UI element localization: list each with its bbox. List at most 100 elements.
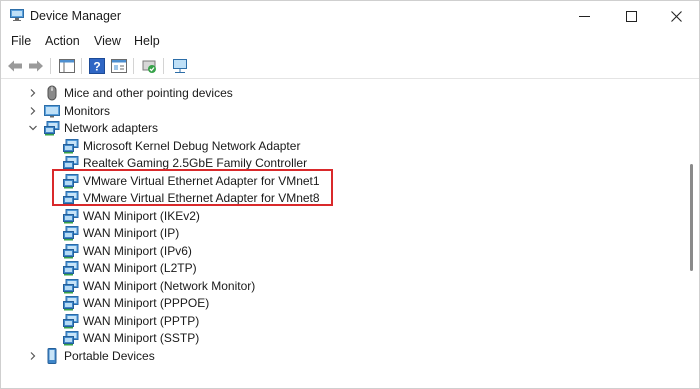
- tree-item-network-adapter[interactable]: WAN Miniport (PPPOE): [63, 294, 209, 312]
- tree-item-label: WAN Miniport (PPPOE): [83, 296, 210, 310]
- chevron-right-icon: [30, 351, 36, 360]
- tree-item-label: Network adapters: [64, 121, 159, 135]
- tree-item-label: Microsoft Kernel Debug Network Adapter: [83, 138, 301, 153]
- svg-text:?: ?: [93, 60, 100, 74]
- title-bar[interactable]: Device Manager: [1, 1, 699, 31]
- tree-item-label: WAN Miniport (L2TP): [83, 261, 197, 275]
- tree-item-label: Realtek Gaming 2.5GbE Family Controller: [83, 156, 308, 170]
- network-adapter-icon: [63, 208, 79, 224]
- tree-item-network-adapter[interactable]: WAN Miniport (IKEv2): [63, 207, 200, 225]
- chevron-right-icon: [30, 106, 36, 115]
- tree-item-network-adapter[interactable]: WAN Miniport (Network Monitor): [63, 277, 255, 295]
- device-tree[interactable]: Mice and other pointing devices Monitors N…: [2, 80, 686, 388]
- tree-item-network-adapter[interactable]: WAN Miniport (SSTP): [63, 329, 199, 347]
- device-manager-app-icon: [10, 9, 24, 21]
- properties-button[interactable]: [110, 57, 128, 75]
- network-adapter-icon: [44, 120, 60, 136]
- device-manager-window: Device Manager File Action View Help ? M…: [0, 0, 700, 389]
- network-adapter-icon: [63, 260, 79, 276]
- scrollbar-thumb[interactable]: [690, 164, 693, 271]
- toolbar-separator: [81, 58, 82, 74]
- mouse-icon: [44, 85, 60, 101]
- chevron-down-icon: [29, 125, 37, 131]
- network-adapter-icon: [63, 226, 79, 241]
- window-title: Device Manager: [30, 9, 122, 23]
- menu-file[interactable]: File: [11, 34, 31, 48]
- portable-device-icon: [47, 347, 57, 364]
- tree-item-network-adapter[interactable]: WAN Miniport (IP): [63, 224, 179, 242]
- maximize-icon: [625, 10, 637, 22]
- minimize-icon: [578, 15, 590, 17]
- back-arrow-icon: [8, 60, 22, 72]
- help-icon: ?: [89, 58, 105, 74]
- minimize-button[interactable]: [561, 1, 607, 31]
- network-adapter-icon: [63, 278, 79, 293]
- scan-hardware-changes-button[interactable]: [140, 57, 158, 75]
- network-adapter-icon: [63, 208, 79, 223]
- tree-expander[interactable]: [28, 123, 38, 133]
- show-hide-console-tree-button[interactable]: [58, 57, 76, 75]
- toolbar: ?: [1, 53, 699, 79]
- menu-view[interactable]: View: [94, 34, 121, 48]
- network-adapter-icon: [63, 330, 79, 346]
- tree-expander[interactable]: [28, 106, 38, 116]
- menu-bar: File Action View Help: [1, 31, 699, 53]
- highlight-annotation-box: [52, 169, 333, 206]
- chevron-right-icon: [30, 89, 36, 97]
- tree-category[interactable]: Portable Devices: [30, 347, 155, 365]
- toolbar-separator: [133, 58, 134, 74]
- network-adapter-icon: [63, 296, 79, 311]
- tree-item-network-adapter[interactable]: WAN Miniport (IPv6): [63, 242, 192, 260]
- network-adapter-icon: [63, 278, 79, 294]
- tree-item-label: Monitors: [64, 103, 111, 118]
- network-adapter-icon: [63, 331, 79, 346]
- monitor-icon: [44, 103, 60, 119]
- scan-hardware-icon: [142, 60, 156, 73]
- network-adapter-icon: [63, 261, 79, 276]
- tree-item-label: WAN Miniport (IKEv2): [83, 208, 200, 223]
- tree-item-label: Mice and other pointing devices: [64, 86, 233, 100]
- monitor-icon: [44, 104, 60, 117]
- toolbar-separator: [163, 58, 164, 74]
- mouse-icon: [47, 85, 57, 101]
- tree-expander[interactable]: [28, 88, 38, 98]
- tree-category[interactable]: Network adapters: [29, 119, 159, 137]
- close-button[interactable]: [653, 1, 699, 31]
- network-adapter-icon: [63, 313, 79, 328]
- menu-help[interactable]: Help: [134, 34, 160, 48]
- forward-arrow-icon: [29, 60, 43, 72]
- tree-category[interactable]: Mice and other pointing devices: [30, 84, 233, 102]
- network-adapter-icon: [63, 313, 79, 329]
- tree-item-network-adapter[interactable]: WAN Miniport (PPTP): [63, 312, 199, 330]
- forward-button[interactable]: [27, 57, 45, 75]
- update-driver-button[interactable]: [171, 57, 189, 75]
- tree-item-label: WAN Miniport (IPv6): [83, 243, 192, 258]
- network-adapter-icon: [63, 225, 79, 241]
- portable-device-icon: [44, 347, 60, 364]
- tree-item-label: WAN Miniport (SSTP): [83, 331, 200, 345]
- back-button[interactable]: [6, 57, 24, 75]
- menu-action[interactable]: Action: [45, 34, 80, 48]
- network-adapter-icon: [44, 121, 60, 136]
- tree-item-network-adapter[interactable]: WAN Miniport (L2TP): [63, 259, 197, 277]
- properties-icon: [111, 59, 127, 73]
- vertical-scrollbar[interactable]: [687, 80, 699, 388]
- tree-item-label: WAN Miniport (Network Monitor): [83, 278, 256, 293]
- network-adapter-icon: [63, 138, 79, 154]
- tree-item-label: WAN Miniport (PPTP): [83, 313, 200, 328]
- tree-item-label: Portable Devices: [64, 348, 155, 363]
- network-adapter-icon: [63, 243, 79, 259]
- tree-item-label: WAN Miniport (IP): [83, 226, 180, 240]
- maximize-button[interactable]: [608, 1, 654, 31]
- tree-item-network-adapter[interactable]: Microsoft Kernel Debug Network Adapter: [63, 137, 300, 155]
- toolbar-separator: [50, 58, 51, 74]
- tree-category[interactable]: Monitors: [30, 102, 111, 120]
- monitor-network-icon: [173, 59, 187, 73]
- tree-expander[interactable]: [28, 351, 38, 361]
- network-adapter-icon: [63, 243, 79, 258]
- close-icon: [670, 10, 682, 22]
- console-tree-icon: [59, 59, 75, 73]
- network-adapter-icon: [63, 138, 79, 153]
- help-button[interactable]: ?: [88, 57, 106, 75]
- network-adapter-icon: [63, 295, 79, 311]
